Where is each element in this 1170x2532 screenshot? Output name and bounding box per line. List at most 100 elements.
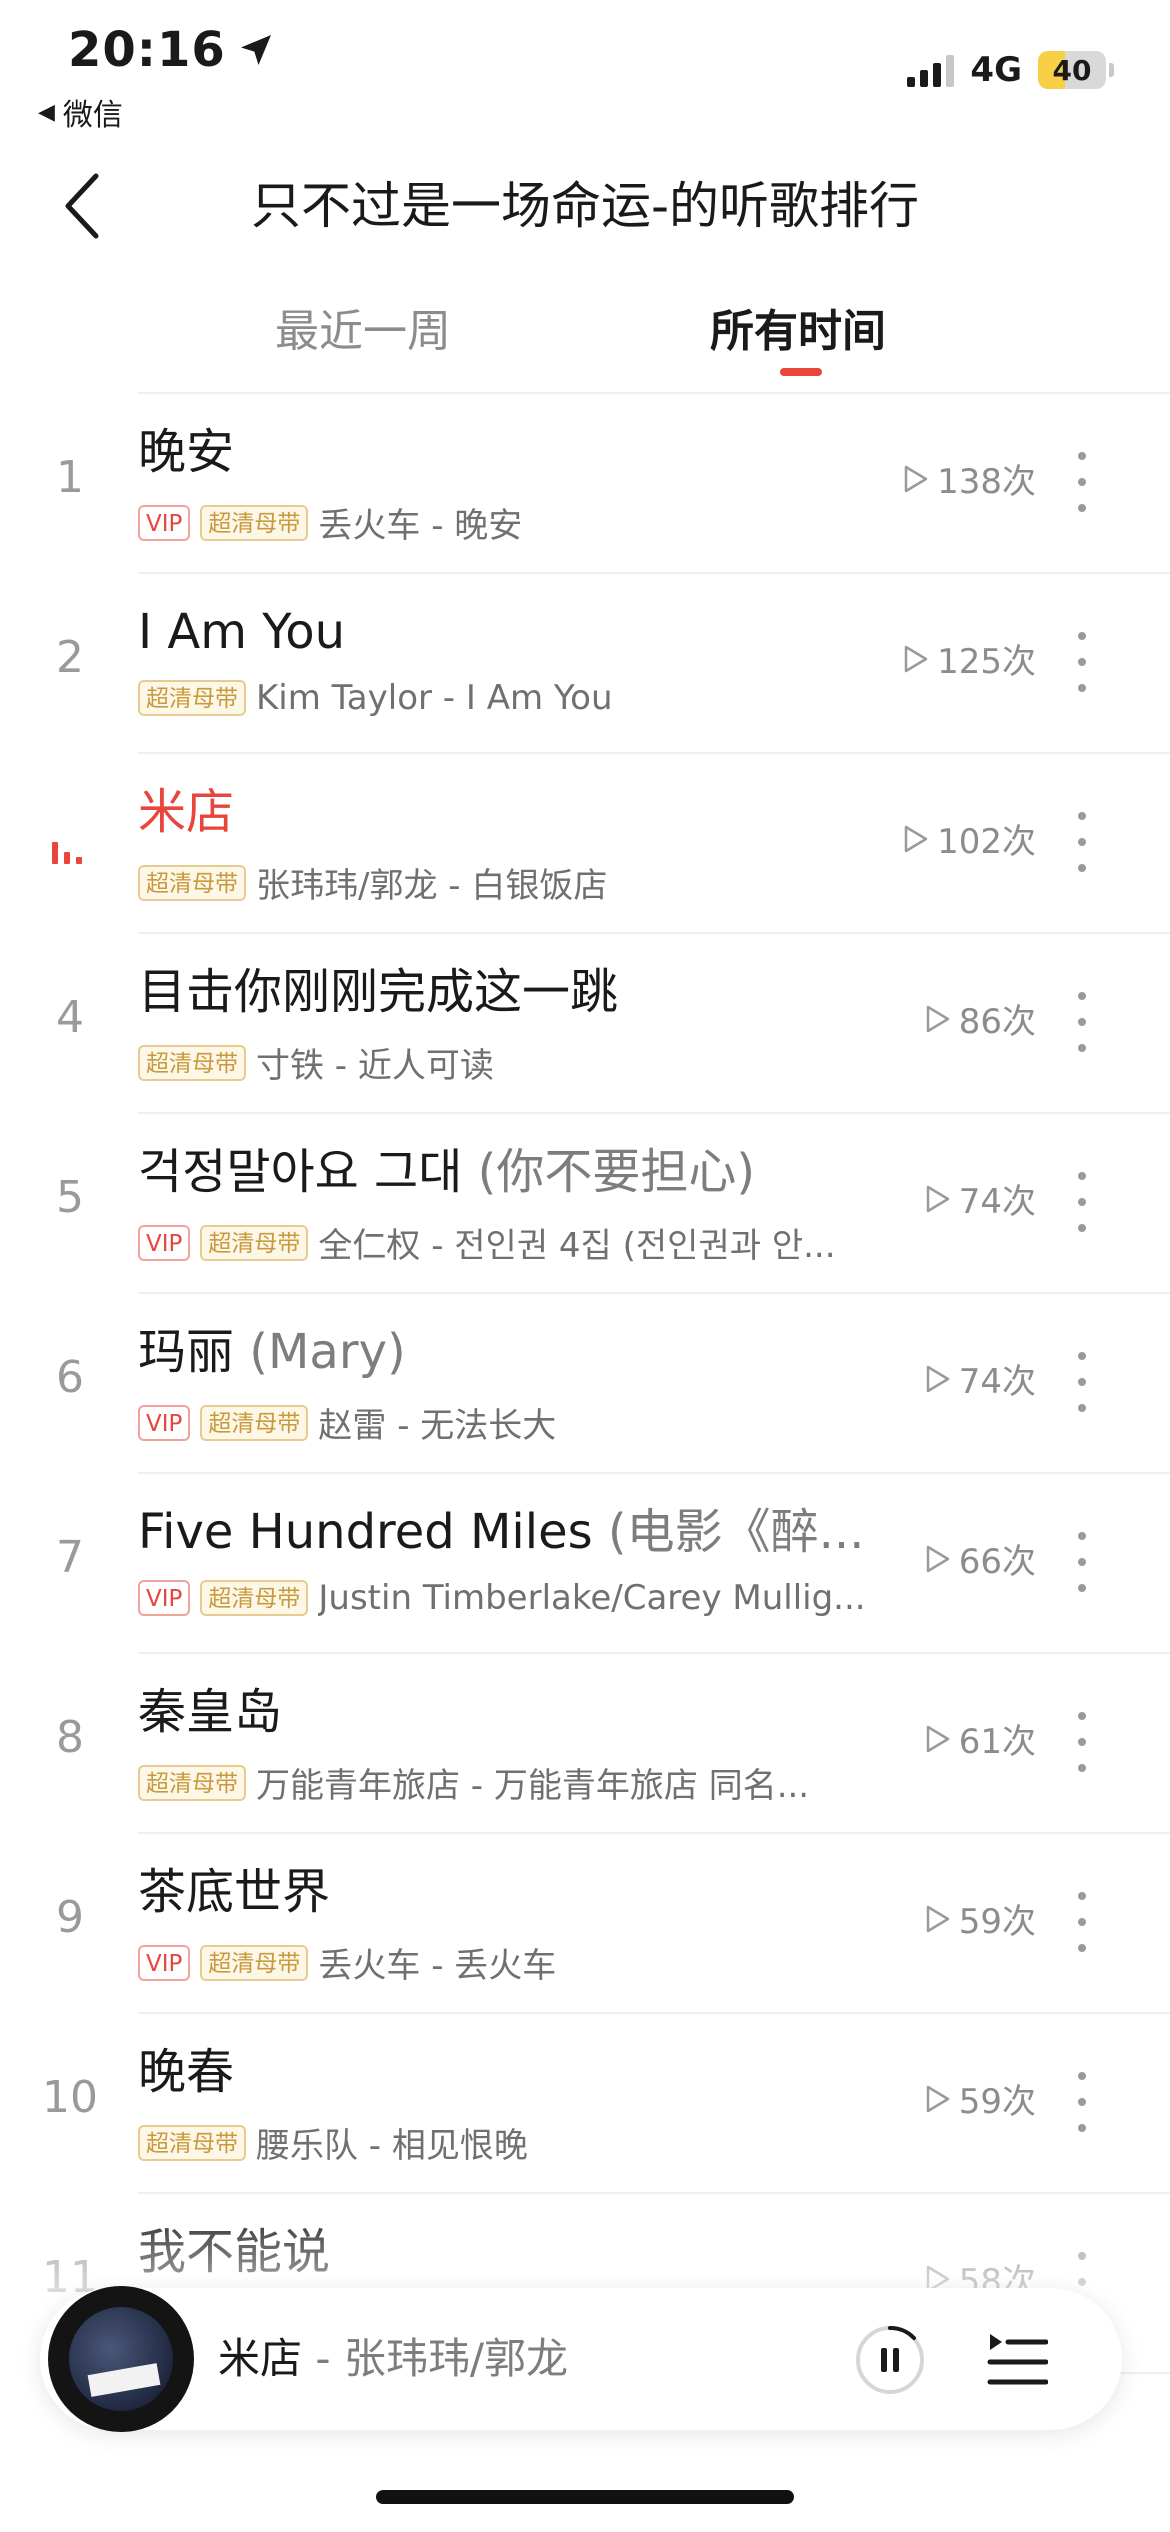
play-count-text: 138次 [937, 462, 1036, 502]
song-row[interactable]: 4 目击你刚刚完成这一跳超清母带 寸铁 - 近人可读 86次 [0, 934, 1170, 1114]
song-title: 걱정말아요 그대 (你不要担心) [138, 1136, 878, 1208]
vertical-dots-icon[interactable] [1072, 632, 1092, 692]
song-rank: 4 [56, 992, 84, 1043]
play-outline-icon [926, 1545, 949, 1572]
vip-badge: VIP [138, 1944, 191, 1981]
song-artist-album: 丢火车 - 丢火车 [318, 1946, 557, 1986]
hq-master-badge: 超清母带 [138, 1044, 246, 1081]
vertical-dots-icon[interactable] [1072, 452, 1092, 512]
hq-master-badge: 超清母带 [200, 1404, 309, 1441]
play-count-text: 74次 [958, 1362, 1036, 1402]
song-title: 玛丽 (Mary) [138, 1316, 878, 1388]
song-title-main: Five Hundred Miles [138, 1504, 593, 1560]
hq-master-badge: 超清母带 [138, 864, 246, 901]
song-title: 晚安 [138, 416, 878, 488]
song-row[interactable]: 9 茶底世界 VIP 超清母带 丢火车 - 丢火车 59次 [0, 1834, 1170, 2014]
song-row[interactable]: 2 I Am You 超清母带 Kim Taylor - I Am You 125次 [0, 574, 1170, 754]
song-row[interactable]: 7 Five Hundred Miles (电影《醉... VIP 超清母带 Justi… [0, 1474, 1170, 1654]
playlist-icon[interactable] [986, 2330, 1048, 2388]
play-count-text: 86次 [958, 1002, 1036, 1042]
song-meta: 超清母带 万能青年旅店 - 万能青年旅店 同名... [138, 1758, 878, 1807]
battery-percent: 40 [1052, 53, 1092, 87]
song-title: 秦皇岛 [138, 1676, 878, 1748]
song-artist-album: 丢火车 - 晚安 [318, 506, 523, 546]
song-row[interactable]: 8 秦皇岛超清母带 万能青年旅店 - 万能青年旅店 同名... 61次 [0, 1654, 1170, 1834]
tab-recent-week[interactable]: 最近一周 [275, 300, 451, 364]
song-row[interactable]: 1 晚安 VIP 超清母带 丢火车 - 晚安 138次 [0, 394, 1170, 574]
song-meta: 超清母带 腰乐队 - 相见恨晚 [138, 2118, 878, 2167]
play-count-text: 61次 [958, 1722, 1036, 1762]
play-count: 61次 [925, 1714, 1036, 1763]
vertical-dots-icon[interactable] [1072, 1352, 1092, 1412]
page-title: 只不过是一场命运-的听歌排行 [250, 177, 920, 235]
song-rank: 8 [56, 1712, 84, 1763]
status-indicators: 4G 40 [907, 50, 1114, 90]
vip-badge: VIP [138, 1224, 191, 1261]
song-artist-album: 张玮玮/郭龙 - 白银饭店 [256, 866, 608, 906]
play-outline-icon [904, 645, 928, 672]
play-count-text: 59次 [958, 2082, 1036, 2122]
vertical-dots-icon[interactable] [1072, 1892, 1092, 1952]
hq-master-badge: 超清母带 [138, 1764, 246, 1801]
tab-active-indicator [780, 368, 822, 376]
song-title-extra: (你不要担心) [462, 1144, 756, 1200]
song-title-main: 晚安 [138, 424, 235, 480]
song-title: I Am You [138, 596, 878, 668]
play-count: 102次 [903, 814, 1036, 863]
song-meta: VIP 超清母带 全仁权 - 전인권 4집 (전인권과 안... [138, 1218, 878, 1267]
song-meta: VIP 超清母带 赵雷 - 无法长大 [138, 1398, 878, 1447]
album-disc[interactable] [48, 2286, 194, 2432]
play-count-text: 59次 [958, 1902, 1036, 1942]
song-row[interactable]: 5 걱정말아요 그대 (你不要担心) VIP 超清母带 全仁权 - 전인권 4집 (전인… [0, 1114, 1170, 1294]
song-title-main: 米店 [138, 784, 235, 840]
song-rank: 1 [56, 452, 84, 503]
play-count: 74次 [925, 1354, 1036, 1403]
mini-player[interactable]: 米店 - 张玮玮/郭龙 [40, 2286, 1122, 2432]
song-meta: VIP 超清母带 丢火车 - 晚安 [138, 498, 878, 547]
song-artist-album: Justin Timberlake/Carey Mullig... [318, 1578, 866, 1618]
network-type: 4G [970, 50, 1022, 90]
vertical-dots-icon[interactable] [1072, 812, 1092, 872]
vertical-dots-icon[interactable] [1072, 992, 1092, 1052]
play-outline-icon [926, 1725, 949, 1752]
back-to-wechat[interactable]: ◀ 微信 [38, 90, 123, 134]
song-meta: 超清母带 Kim Taylor - I Am You [138, 678, 878, 718]
ranking-page: 20:16 ◀ 微信 4G 40 只不过是一场命运-的听歌排行 最近一周 所有时… [0, 0, 1170, 2532]
song-list: 1 晚安 VIP 超清母带 丢火车 - 晚安 138次 2 I Am You 超清母带 Kim T… [0, 394, 1170, 2374]
vertical-dots-icon[interactable] [1072, 1532, 1092, 1592]
play-count-text: 125次 [937, 642, 1036, 682]
status-time: 20:16 [68, 22, 276, 78]
song-title-main: 目击你刚刚完成这一跳 [138, 964, 619, 1020]
play-outline-icon [926, 1185, 949, 1212]
album-art [69, 2307, 173, 2411]
equalizer-icon [52, 836, 82, 864]
tab-all-time[interactable]: 所有时间 [710, 300, 886, 364]
song-title-extra: (电影《醉... [592, 1504, 865, 1560]
vertical-dots-icon[interactable] [1072, 1172, 1092, 1232]
song-row[interactable]: 10 晚春 超清母带 腰乐队 - 相见恨晚 59次 [0, 2014, 1170, 2194]
song-artist-album: 赵雷 - 无法长大 [318, 1406, 557, 1446]
home-indicator[interactable] [376, 2490, 794, 2504]
player-now-playing[interactable]: 米店 - 张玮玮/郭龙 [218, 2288, 568, 2430]
song-title-extra: (Mary) [234, 1324, 406, 1380]
song-title-main: I Am You [138, 604, 345, 660]
song-rank: 5 [56, 1172, 84, 1223]
pause-icon[interactable] [854, 2324, 926, 2396]
play-count-text: 66次 [958, 1542, 1036, 1582]
vip-badge: VIP [138, 1404, 191, 1441]
song-title: 米店 [138, 776, 878, 848]
song-row[interactable]: 6 玛丽 (Mary) VIP 超清母带 赵雷 - 无法长大 74次 [0, 1294, 1170, 1474]
player-separator: - [302, 2334, 344, 2383]
location-arrow-icon [240, 35, 271, 65]
battery-icon: 40 [1038, 51, 1114, 89]
vertical-dots-icon[interactable] [1072, 1712, 1092, 1772]
song-artist-album: 寸铁 - 近人可读 [256, 1046, 494, 1086]
song-title-main: 秦皇岛 [138, 1684, 283, 1740]
vertical-dots-icon[interactable] [1072, 2072, 1092, 2132]
song-rank: 9 [56, 1892, 84, 1943]
back-app-label: 微信 [62, 98, 123, 133]
hq-master-badge: 超清母带 [138, 2124, 246, 2161]
song-row[interactable]: 米店超清母带 张玮玮/郭龙 - 白银饭店 102次 [0, 754, 1170, 934]
play-count: 86次 [925, 994, 1036, 1043]
song-meta: VIP 超清母带 Justin Timberlake/Carey Mullig... [138, 1578, 878, 1618]
